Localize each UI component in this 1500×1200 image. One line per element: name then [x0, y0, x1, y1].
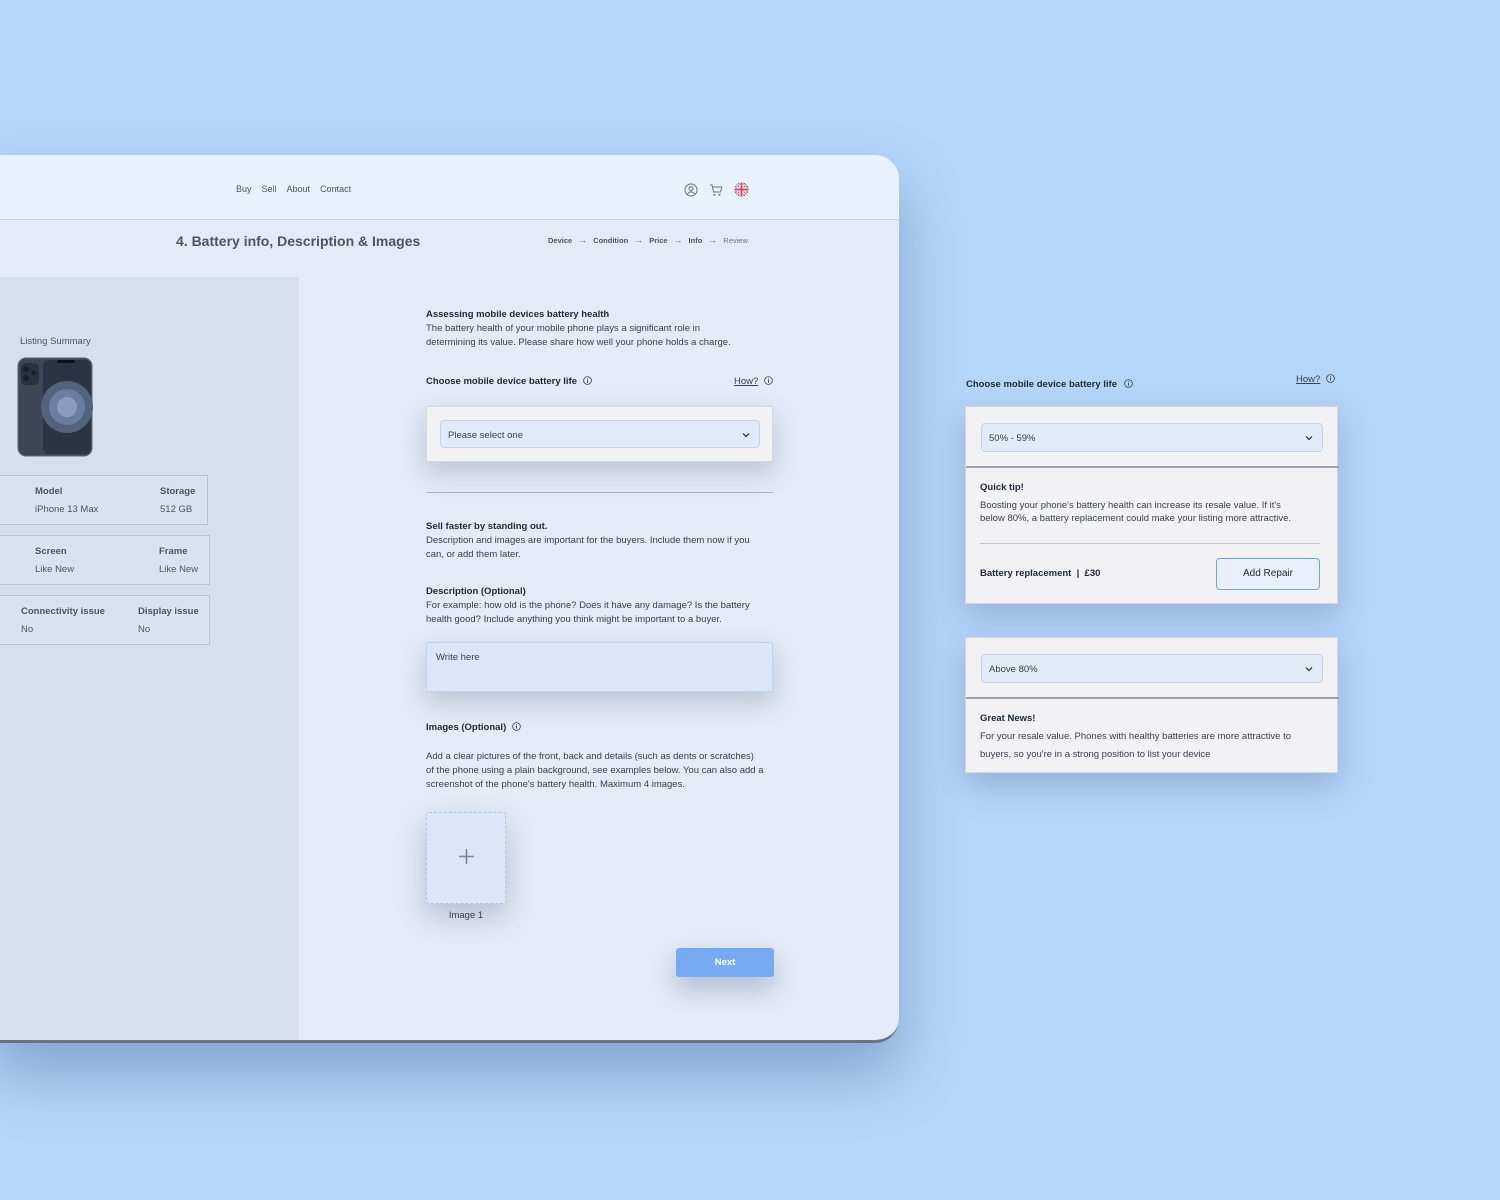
panel-b-selected-value: Above 80% — [989, 664, 1038, 675]
phone-image — [17, 357, 93, 457]
step-price[interactable]: Price — [649, 236, 667, 245]
news-line2: buyers, so you're in a strong position t… — [980, 749, 1211, 760]
add-repair-button[interactable]: Add Repair — [1216, 558, 1320, 590]
images-line3: screenshot of the phone's battery health… — [426, 779, 685, 790]
panel-a-separator — [966, 466, 1339, 468]
storage-value: 512 GB — [160, 504, 193, 515]
step-info[interactable]: Info — [689, 236, 703, 245]
repair-text: Battery replacement | £30 — [980, 568, 1101, 579]
news-heading: Great News! — [980, 713, 1036, 724]
spec-row-model: Model iPhone 13 Max Storage 512 GB — [0, 475, 208, 525]
chevron-down-icon — [1305, 436, 1313, 441]
battery-select-label: Choose mobile device battery life — [426, 376, 592, 387]
panel-a-label-row: Choose mobile device battery life — [966, 374, 1134, 392]
battery-select-value: Please select one — [448, 430, 523, 441]
battery-heading: Assessing mobile devices battery health — [426, 309, 610, 320]
info-icon[interactable] — [582, 376, 592, 385]
heading-row: 4. Battery info, Description & Images De… — [0, 220, 899, 276]
description-textarea[interactable]: Write here — [426, 642, 773, 692]
panel-a-battery-select[interactable]: 50% - 59% — [981, 423, 1323, 452]
panel-a-selected-value: 50% - 59% — [989, 433, 1036, 444]
arrow-right-icon: → — [673, 235, 683, 245]
nav-icons — [684, 182, 749, 197]
connectivity-label: Connectivity issue — [21, 606, 105, 617]
spec-row-screen: Screen Like New Frame Like New — [0, 535, 210, 585]
info-icon — [764, 376, 773, 385]
description-line2: health good? Include anything you think … — [426, 614, 722, 625]
model-value: iPhone 13 Max — [35, 504, 99, 515]
battery-tip-card: 50% - 59% Quick tip! Boosting your phone… — [965, 406, 1339, 604]
images-heading: Images (Optional) — [426, 722, 507, 733]
info-icon[interactable] — [1124, 379, 1134, 388]
cart-icon[interactable] — [709, 183, 723, 197]
spec-row-issues: Connectivity issue No Display issue No — [0, 595, 210, 645]
tip-line2: below 80%, a battery replacement could m… — [980, 513, 1292, 524]
panel-a-select-label: Choose mobile device battery life — [966, 379, 1117, 390]
tip-line1: Boosting your phone's battery health can… — [980, 500, 1281, 511]
battery-desc-line1: The battery health of your mobile phone … — [426, 323, 701, 334]
panel-a-how-text[interactable]: How? — [1296, 374, 1320, 385]
standout-line1: Description and images are important for… — [426, 535, 750, 546]
nav-about-link[interactable]: About — [287, 184, 311, 194]
battery-select-card: Please select one — [426, 406, 773, 462]
standout-line2: can, or add them later. — [426, 549, 521, 560]
panel-a-how-link[interactable]: How? — [1296, 374, 1335, 385]
tip-heading: Quick tip! — [980, 482, 1024, 493]
user-icon[interactable] — [684, 183, 698, 197]
page-title: 4. Battery info, Description & Images — [176, 233, 421, 249]
step-condition[interactable]: Condition — [593, 236, 628, 245]
battery-desc-line2: determining its value. Please share how … — [426, 337, 731, 348]
images-heading-row: Images (Optional) — [426, 722, 521, 733]
how-link[interactable]: How? — [734, 376, 773, 387]
how-link-text[interactable]: How? — [734, 376, 758, 387]
images-line1: Add a clear pictures of the front, back … — [426, 751, 754, 762]
arrow-right-icon: → — [708, 235, 718, 245]
top-navigation: Buy Sell About Contact — [0, 155, 899, 220]
model-label: Model — [35, 486, 63, 497]
image-upload-slot[interactable] — [426, 812, 506, 904]
chevron-down-icon — [742, 433, 750, 438]
nav-sell-link[interactable]: Sell — [262, 184, 277, 194]
step-device[interactable]: Device — [548, 236, 572, 245]
progress-steps: Device → Condition → Price → Info → Revi… — [548, 235, 748, 245]
nav-contact-link[interactable]: Contact — [320, 184, 351, 194]
panel-b-battery-select[interactable]: Above 80% — [981, 654, 1323, 683]
display-issue-value: No — [138, 624, 151, 635]
panel-b-separator — [966, 697, 1339, 699]
browser-window: Buy Sell About Contact 4. Battery info, … — [0, 155, 899, 1043]
section-divider — [426, 492, 773, 493]
canvas: Buy Sell About Contact 4. Battery info, … — [0, 0, 1500, 1200]
description-line1: For example: how old is the phone? Does … — [426, 600, 750, 611]
screen-label: Screen — [35, 546, 67, 557]
chevron-down-icon — [1305, 667, 1313, 672]
screen-value: Like New — [35, 564, 75, 575]
storage-label: Storage — [160, 486, 196, 497]
next-button[interactable]: Next — [676, 948, 774, 977]
arrow-right-icon: → — [634, 235, 644, 245]
uk-flag-icon[interactable] — [734, 182, 749, 197]
images-line2: of the phone using a plain background, s… — [426, 765, 764, 776]
image-slot-label: Image 1 — [448, 910, 484, 921]
frame-value: Like New — [159, 564, 199, 575]
news-line1: For your resale value. Phones with healt… — [980, 731, 1292, 742]
frame-label: Frame — [159, 546, 188, 557]
summary-label: Listing Summary — [20, 336, 91, 347]
standout-heading: Sell faster by standing out. — [426, 521, 548, 532]
battery-life-select[interactable]: Please select one — [440, 420, 760, 448]
description-heading: Description (Optional) — [426, 586, 526, 597]
great-news-card: Above 80% Great News! For your resale va… — [965, 637, 1339, 773]
arrow-right-icon: → — [578, 235, 588, 245]
step-review[interactable]: Review — [723, 236, 748, 245]
nav-buy-link[interactable]: Buy — [236, 184, 252, 194]
plus-icon — [459, 849, 474, 864]
panel-a-inner-divider — [980, 543, 1320, 544]
nav-links: Buy Sell About Contact — [236, 184, 351, 194]
info-icon — [1326, 374, 1335, 383]
info-icon[interactable] — [512, 722, 521, 731]
battery-select-label-text: Choose mobile device battery life — [426, 376, 577, 387]
connectivity-value: No — [21, 624, 34, 635]
listing-summary-sidebar: Listing Summary Model iPhone 13 Max Stor… — [0, 277, 299, 1040]
display-issue-label: Display issue — [138, 606, 199, 617]
